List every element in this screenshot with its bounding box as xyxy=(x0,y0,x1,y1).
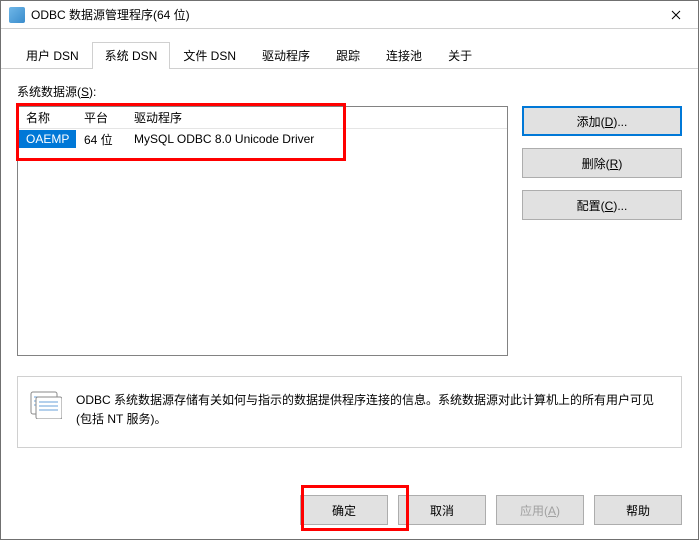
add-button[interactable]: 添加(D)... xyxy=(522,106,682,136)
label-accel: S xyxy=(81,85,89,99)
cancel-button[interactable]: 取消 xyxy=(398,495,486,525)
dialog-window: ODBC 数据源管理程序(64 位) 用户 DSN 系统 DSN 文件 DSN … xyxy=(0,0,699,540)
btn-text: 应用( xyxy=(520,504,548,518)
side-buttons: 添加(D)... 删除(R) 配置(C)... xyxy=(522,106,682,356)
app-icon xyxy=(9,7,25,23)
table-row[interactable]: OAEMP 64 位 MySQL ODBC 8.0 Unicode Driver xyxy=(18,129,507,149)
btn-text: ) xyxy=(556,504,560,518)
btn-text: 配置( xyxy=(577,199,605,213)
titlebar: ODBC 数据源管理程序(64 位) xyxy=(1,1,698,29)
help-button[interactable]: 帮助 xyxy=(594,495,682,525)
close-icon xyxy=(671,10,681,20)
tabstrip: 用户 DSN 系统 DSN 文件 DSN 驱动程序 跟踪 连接池 关于 xyxy=(1,29,698,69)
tab-user-dsn[interactable]: 用户 DSN xyxy=(13,42,92,69)
info-icon xyxy=(30,391,62,419)
close-button[interactable] xyxy=(653,1,698,28)
cell-driver: MySQL ODBC 8.0 Unicode Driver xyxy=(126,132,507,146)
tab-content: 系统数据源(S): 名称 平台 驱动程序 OAEMP 64 位 MySQL OD… xyxy=(1,69,698,483)
label-text: ): xyxy=(89,85,96,99)
remove-button[interactable]: 删除(R) xyxy=(522,148,682,178)
col-name[interactable]: 名称 xyxy=(18,109,76,126)
tab-pool[interactable]: 连接池 xyxy=(373,42,435,69)
tab-about[interactable]: 关于 xyxy=(435,42,485,69)
btn-text: )... xyxy=(613,199,627,213)
tab-file-dsn[interactable]: 文件 DSN xyxy=(170,42,249,69)
dsn-table[interactable]: 名称 平台 驱动程序 OAEMP 64 位 MySQL ODBC 8.0 Uni… xyxy=(17,106,508,356)
info-text: ODBC 系统数据源存储有关如何与指示的数据提供程序连接的信息。系统数据源对此计… xyxy=(76,391,669,429)
main-row: 名称 平台 驱动程序 OAEMP 64 位 MySQL ODBC 8.0 Uni… xyxy=(17,106,682,356)
cell-name: OAEMP xyxy=(18,130,76,148)
window-title: ODBC 数据源管理程序(64 位) xyxy=(31,6,653,23)
btn-text: 添加( xyxy=(577,115,605,129)
info-panel: ODBC 系统数据源存储有关如何与指示的数据提供程序连接的信息。系统数据源对此计… xyxy=(17,376,682,448)
system-sources-label: 系统数据源(S): xyxy=(17,83,682,100)
tab-trace[interactable]: 跟踪 xyxy=(323,42,373,69)
bottom-buttons: 确定 取消 应用(A) 帮助 xyxy=(1,483,698,539)
ok-button[interactable]: 确定 xyxy=(300,495,388,525)
btn-text: 删除( xyxy=(582,157,610,171)
label-text: 系统数据源( xyxy=(17,85,81,99)
col-platform[interactable]: 平台 xyxy=(76,109,126,126)
tab-system-dsn[interactable]: 系统 DSN xyxy=(92,42,171,69)
col-driver[interactable]: 驱动程序 xyxy=(126,109,507,126)
cell-platform: 64 位 xyxy=(76,131,126,148)
tab-drivers[interactable]: 驱动程序 xyxy=(249,42,323,69)
apply-button[interactable]: 应用(A) xyxy=(496,495,584,525)
table-header: 名称 平台 驱动程序 xyxy=(18,107,507,129)
configure-button[interactable]: 配置(C)... xyxy=(522,190,682,220)
btn-text: ) xyxy=(618,157,622,171)
btn-text: )... xyxy=(613,115,627,129)
btn-accel: A xyxy=(548,504,556,518)
